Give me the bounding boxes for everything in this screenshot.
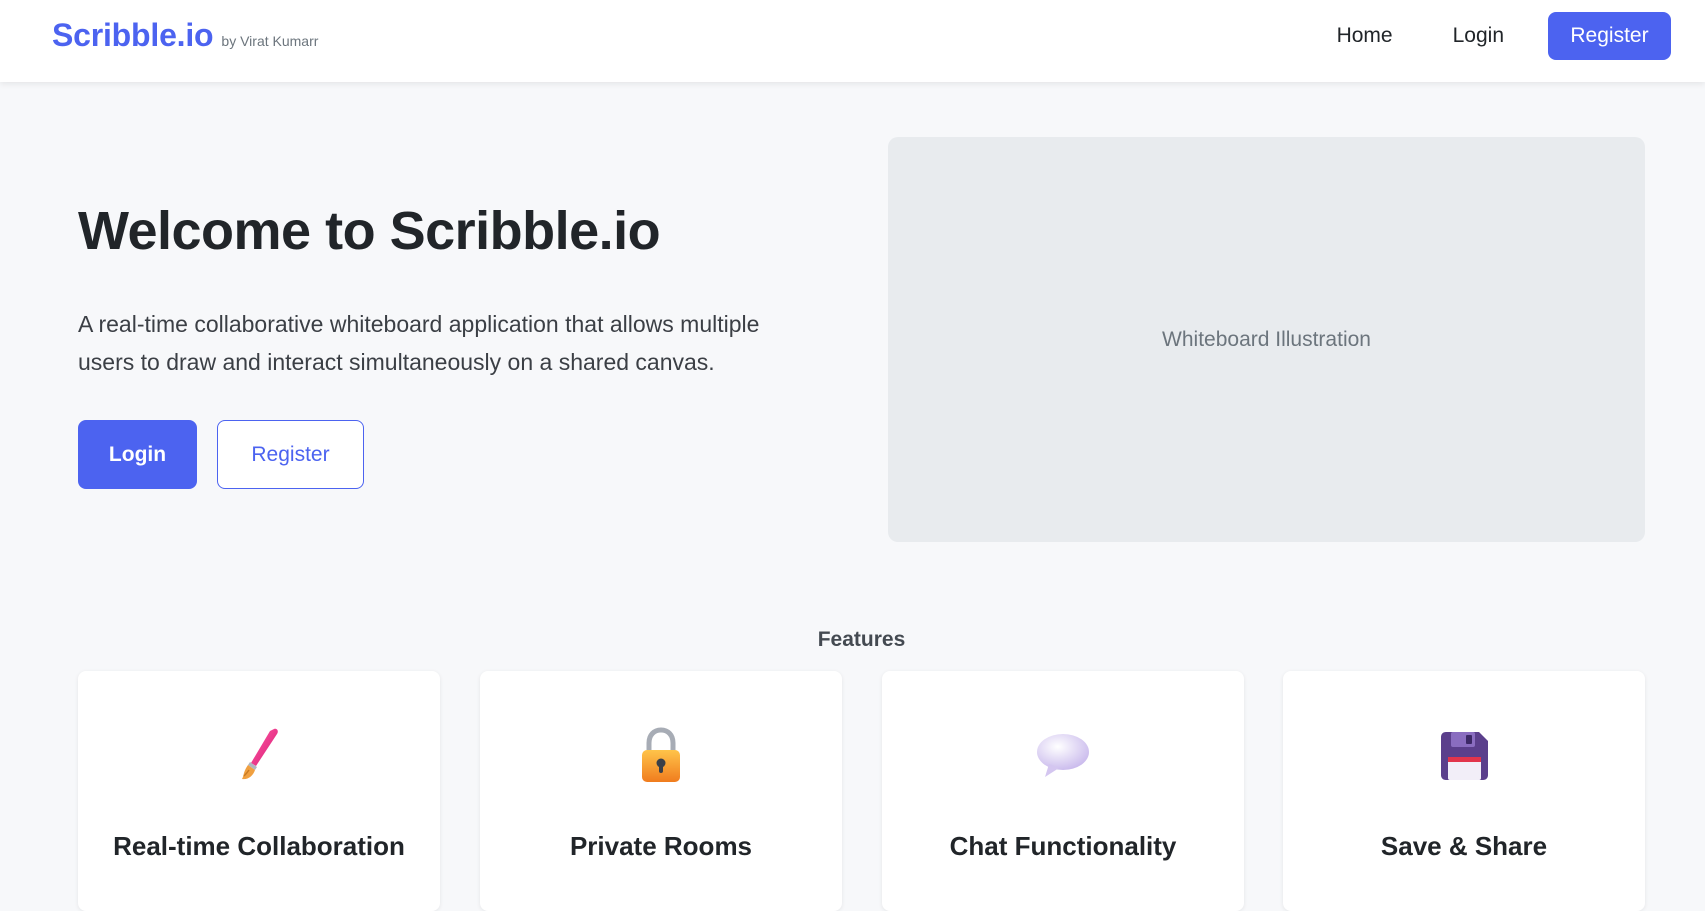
feature-card-save-share: Save & Share [1283, 671, 1645, 911]
features-heading: Features [817, 628, 906, 651]
hero-description: A real-time collaborative whiteboard app… [78, 311, 760, 375]
feature-card-private-rooms: Private Rooms [480, 671, 842, 911]
feature-title: Private Rooms [569, 831, 753, 861]
feature-title: Real-time Collaboration [113, 831, 405, 861]
paintbrush-icon [78, 726, 440, 786]
nav-links: Home Login Register [1337, 12, 1671, 60]
brand[interactable]: Scribble.io by Virat Kumarr [52, 17, 318, 54]
hero-title: Welcome to Scribble.io [78, 201, 661, 261]
illustration-label: Whiteboard Illustration [1162, 327, 1371, 351]
hero-login-button[interactable]: Login [78, 420, 197, 489]
feature-card-chat: Chat Functionality [882, 671, 1244, 911]
lock-icon [480, 726, 842, 786]
floppy-disk-icon [1283, 726, 1645, 786]
navbar: Scribble.io by Virat Kumarr Home Login R… [0, 0, 1705, 82]
hero-register-button[interactable]: Register [217, 420, 364, 489]
speech-bubble-icon [882, 726, 1244, 786]
feature-title: Chat Functionality [949, 831, 1177, 861]
nav-register-button[interactable]: Register [1548, 12, 1671, 60]
feature-card-collaboration: Real-time Collaboration [78, 671, 440, 911]
nav-login-link[interactable]: Login [1453, 24, 1504, 48]
nav-home-link[interactable]: Home [1337, 24, 1393, 48]
brand-byline: by Virat Kumarr [221, 33, 319, 49]
brand-name[interactable]: Scribble.io [52, 17, 214, 54]
whiteboard-illustration: Whiteboard Illustration [888, 137, 1645, 542]
feature-title: Save & Share [1380, 831, 1548, 861]
